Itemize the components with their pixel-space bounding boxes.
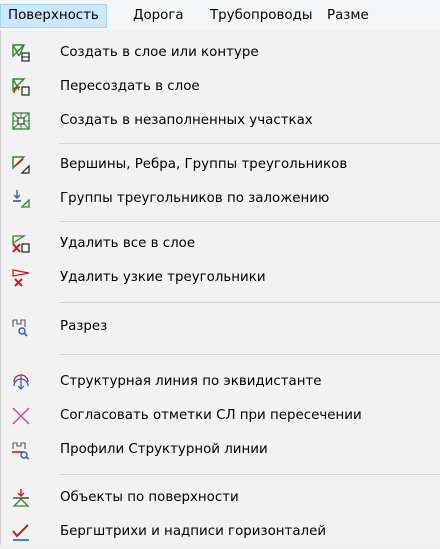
menu-item-label: Согласовать отметки СЛ при пересечении <box>60 408 362 423</box>
menu-separator <box>59 474 440 475</box>
tin-create-icon <box>12 44 30 62</box>
menu-item-label: Бергштрихи и надписи горизонталей <box>60 524 327 539</box>
menu-item-label: Удалить все в слое <box>60 236 196 251</box>
menu-separator <box>59 221 440 222</box>
contour-labels-icon <box>12 524 29 541</box>
menu-item-label: Объекты по поверхности <box>60 490 239 505</box>
menu-dimensions[interactable]: Разме <box>320 4 376 28</box>
menu-item-label: Структурная линия по эквидистанте <box>60 374 322 389</box>
delete-in-layer-icon <box>12 235 30 253</box>
menu-item-create-in-gaps[interactable]: Создать в незаполненных участках <box>1 104 440 138</box>
menu-item-label: Профили Структурной линии <box>60 442 268 457</box>
menu-separator <box>59 302 440 303</box>
menu-item-create-in-layer[interactable]: Создать в слое или контуре <box>1 36 440 70</box>
menu-item-label: Создать в незаполненных участках <box>60 113 313 128</box>
delete-narrow-triangles-icon <box>12 269 30 287</box>
menu-pipelines[interactable]: Трубопроводы <box>203 4 319 28</box>
menu-item-structure-line-profiles[interactable]: Профили Структурной линии <box>1 433 440 467</box>
menu-item-label: Вершины, Ребра, Группы треугольников <box>60 157 348 172</box>
menu-item-delete-narrow-triangles[interactable]: Удалить узкие треугольники <box>1 261 440 295</box>
menu-item-objects-on-surface[interactable]: Объекты по поверхности <box>1 481 440 515</box>
menu-surface[interactable]: Поверхность <box>0 4 107 28</box>
objects-on-surface-icon <box>12 489 30 507</box>
menu-item-reconcile-elevations[interactable]: Согласовать отметки СЛ при пересечении <box>1 399 440 433</box>
menu-separator <box>59 354 440 355</box>
menu-item-hachures-and-contour-labels[interactable]: Бергштрихи и надписи горизонталей <box>1 515 440 549</box>
tin-recreate-icon <box>12 78 30 96</box>
menu-item-label: Создать в слое или контуре <box>60 45 259 60</box>
menu-item-vertices-edges-groups[interactable]: Вершины, Ребра, Группы треугольников <box>1 148 440 182</box>
menu-item-section[interactable]: Разрез <box>1 310 440 344</box>
section-icon <box>12 319 28 337</box>
reconcile-elevations-icon <box>12 407 30 425</box>
menu-item-label: Группы треугольников по заложению <box>60 191 330 206</box>
menu-separator <box>59 143 440 144</box>
menu-item-label: Пересоздать в слое <box>60 79 200 94</box>
equidistant-line-icon <box>13 374 29 390</box>
structure-line-profiles-icon <box>12 442 30 460</box>
menu-item-groups-by-slope[interactable]: Группы треугольников по заложению <box>1 182 440 216</box>
tin-edit-icon <box>12 156 30 174</box>
menu-item-equidistant-structure-line[interactable]: Структурная линия по эквидистанте <box>1 365 440 399</box>
menu-item-label: Разрез <box>60 319 108 334</box>
menu-item-recreate-in-layer[interactable]: Пересоздать в слое <box>1 70 440 104</box>
menu-item-delete-all-in-layer[interactable]: Удалить все в слое <box>1 227 440 261</box>
slope-groups-icon <box>13 190 30 208</box>
menu-bar: Поверхность Дорога Трубопроводы Разме <box>0 0 440 31</box>
surface-dropdown-menu: Создать в слое или контуре Пересоздать в… <box>0 30 440 545</box>
tin-fill-gaps-icon <box>12 112 30 130</box>
menu-road[interactable]: Дорога <box>126 4 191 28</box>
menu-item-label: Удалить узкие треугольники <box>60 270 266 285</box>
